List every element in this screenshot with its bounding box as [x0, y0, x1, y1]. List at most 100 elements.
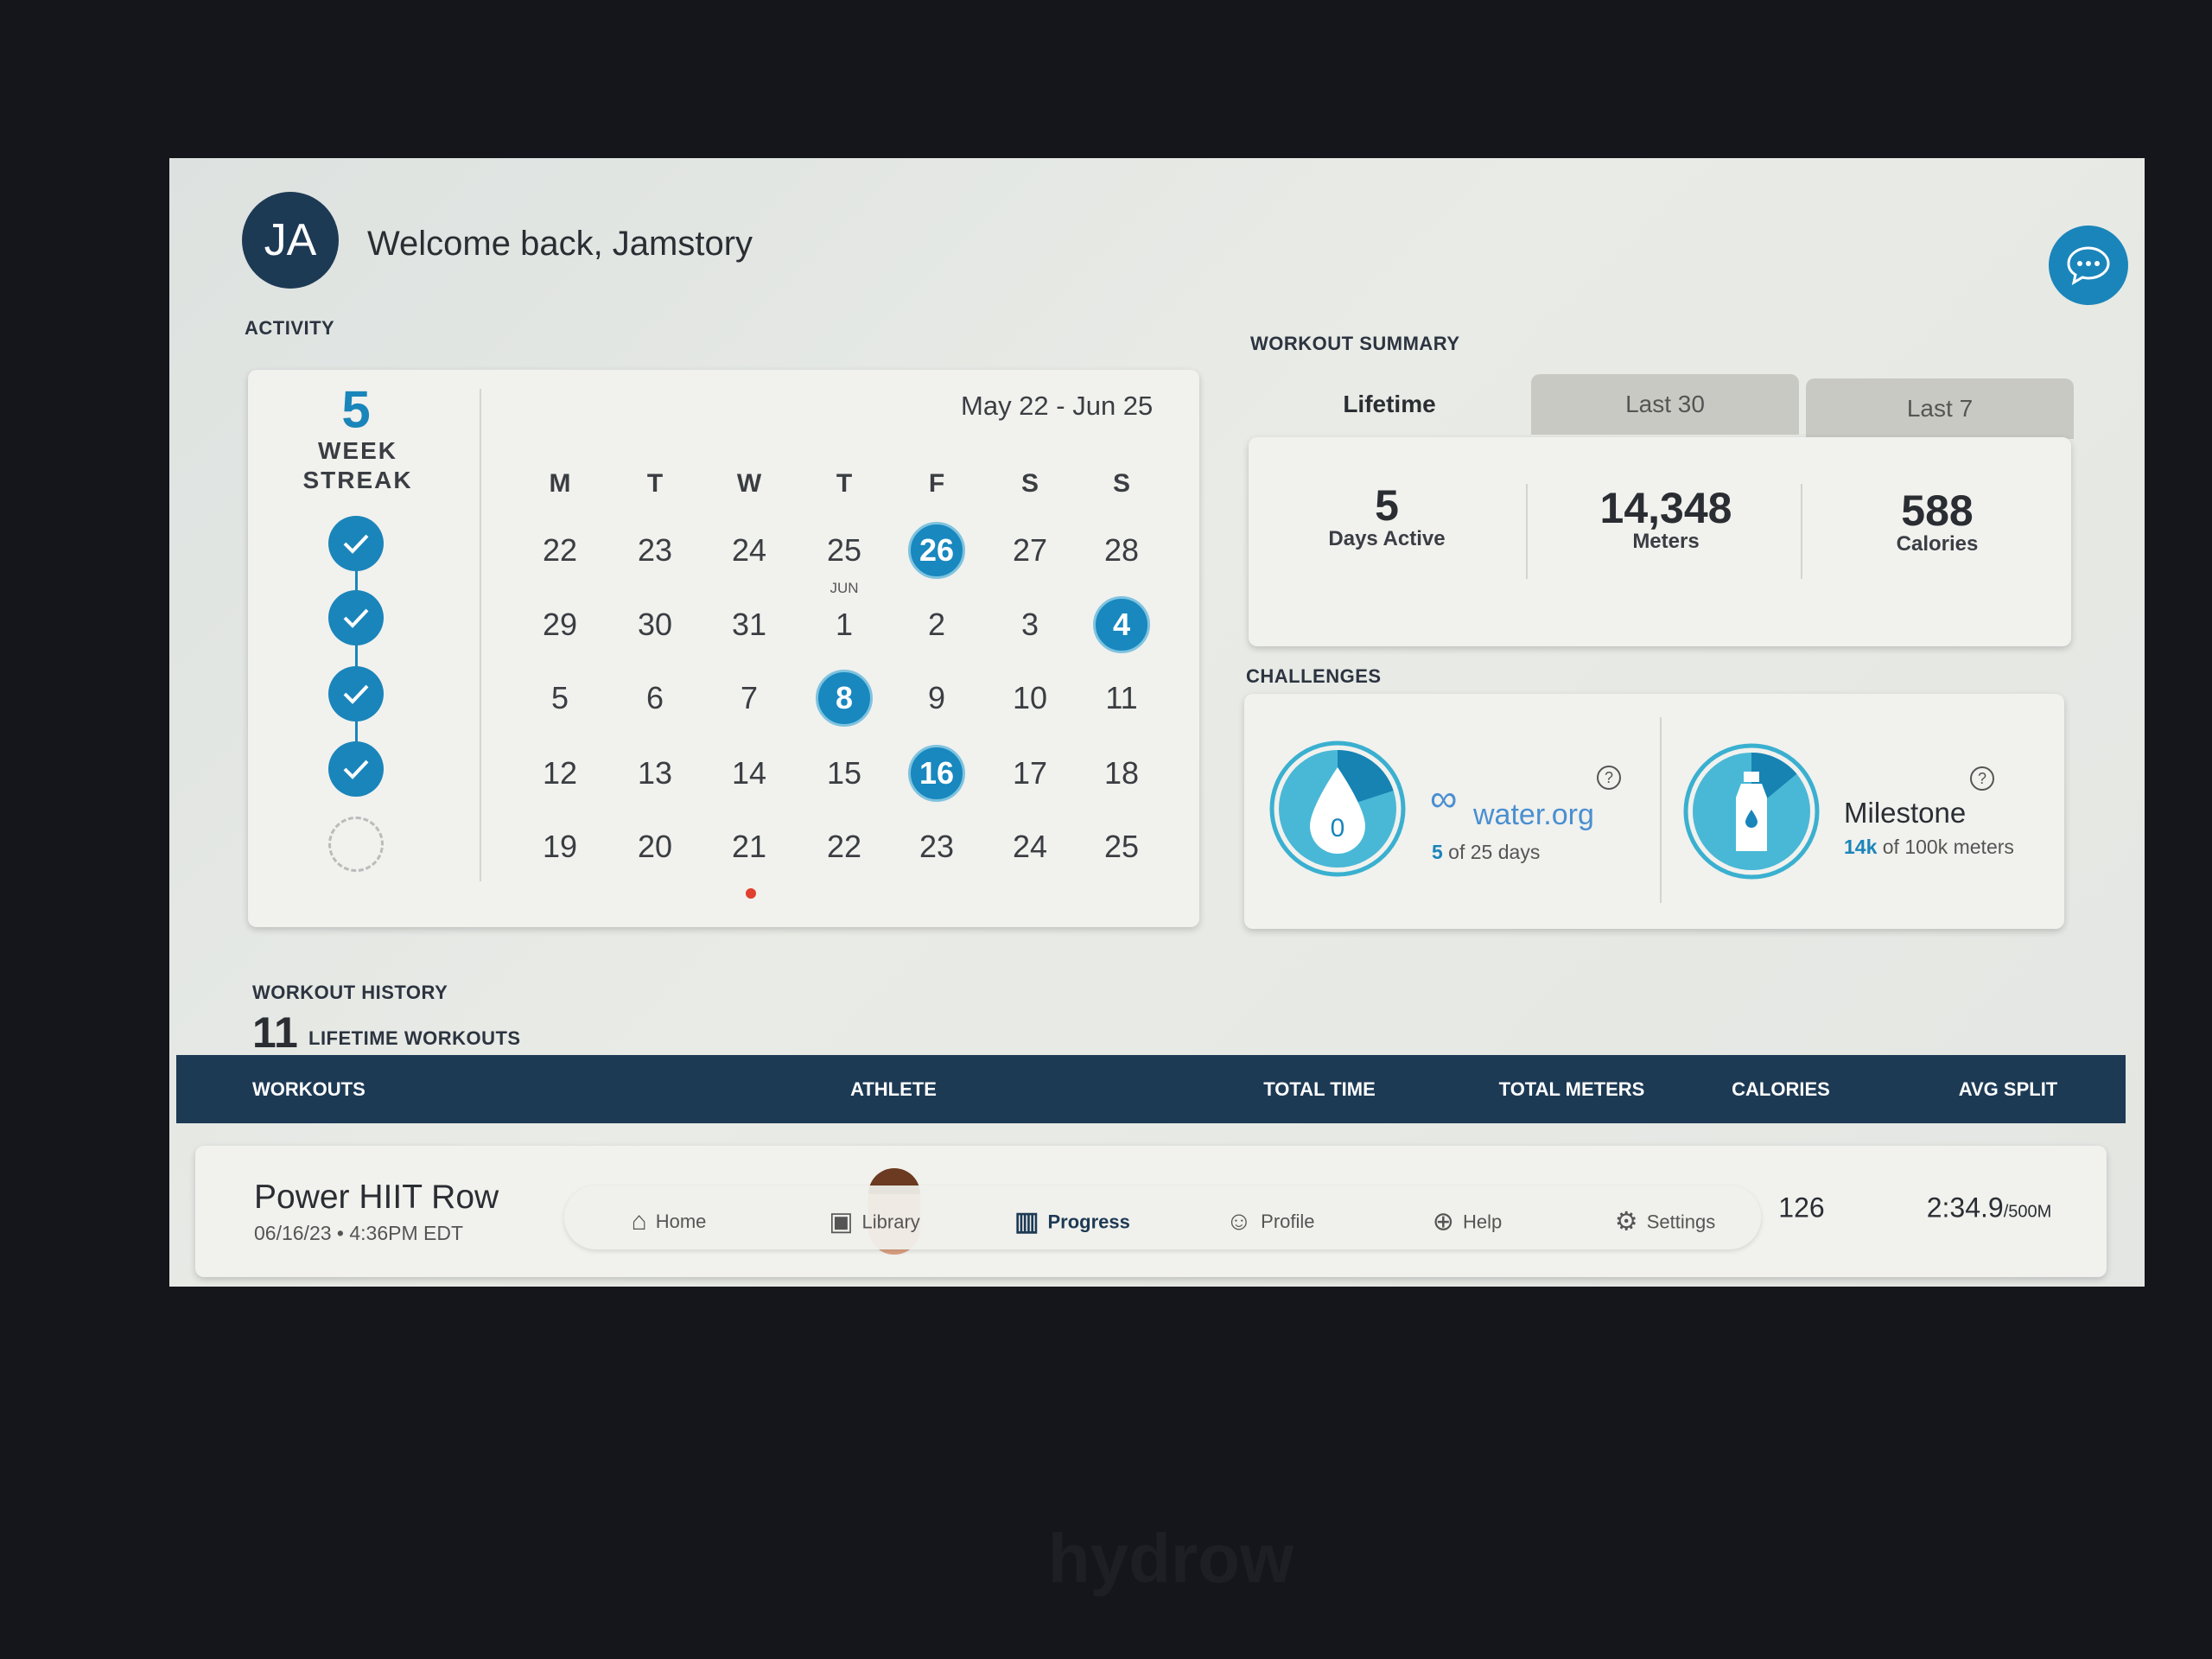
calendar-day-active[interactable]: 8 [816, 670, 873, 727]
calendar-day[interactable]: 21 [732, 829, 766, 865]
water-help-icon[interactable]: ? [1597, 766, 1621, 790]
stat-divider [1526, 484, 1528, 579]
col-calories[interactable]: CALORIES [1732, 1078, 1830, 1101]
progress-icon: ▥ [1014, 1207, 1039, 1236]
col-total-meters[interactable]: TOTAL METERS [1499, 1078, 1645, 1101]
calendar-day[interactable]: 24 [732, 532, 766, 569]
row-avg-split: 2:34.9/500M [1926, 1192, 2052, 1224]
calendar-day[interactable]: 3 [1021, 607, 1039, 643]
calendar-day[interactable]: 14 [732, 755, 766, 791]
calendar-day[interactable]: 5 [551, 680, 569, 716]
weekday-header: F [928, 469, 945, 498]
checkmark-icon [343, 608, 369, 628]
checkmark-icon [343, 534, 369, 554]
milestone-help-icon[interactable]: ? [1970, 766, 1994, 791]
calendar-day[interactable]: 25 [827, 532, 861, 569]
calendar-day[interactable]: 27 [1013, 532, 1047, 569]
nav-progress[interactable]: ▥ Progress [1014, 1207, 1130, 1237]
history-table-header [176, 1055, 2126, 1123]
calendar-day[interactable]: 13 [638, 755, 672, 791]
tab-last-30[interactable]: Last 30 [1531, 374, 1799, 435]
col-total-time[interactable]: TOTAL TIME [1263, 1078, 1376, 1101]
infinity-icon: ∞ [1430, 778, 1458, 820]
streak-count: 5 [341, 380, 371, 439]
water-ring-value: 0 [1331, 814, 1345, 842]
tab-lifetime[interactable]: Lifetime [1251, 374, 1528, 435]
stat-days-active-value: 5 [1375, 481, 1399, 530]
settings-icon: ⚙ [1614, 1207, 1638, 1236]
tab-last-7[interactable]: Last 7 [1806, 378, 2074, 439]
library-icon: ▣ [829, 1207, 854, 1236]
calendar-day[interactable]: 9 [928, 680, 945, 716]
workout-summary-label: WORKOUT SUMMARY [1250, 333, 1460, 354]
milestone-progress-text: 14k of 100k meters [1844, 836, 2014, 858]
col-workouts[interactable]: WORKOUTS [252, 1078, 365, 1101]
calendar-day[interactable]: 6 [646, 680, 664, 716]
calendar-day[interactable]: 31 [732, 607, 766, 643]
nav-profile[interactable]: ☺ Profile [1226, 1207, 1315, 1236]
streak-week-check [328, 666, 384, 721]
lifetime-workouts-count: 11 [252, 1008, 298, 1057]
calendar-day[interactable]: 30 [638, 607, 672, 643]
calendar-day-active[interactable]: 16 [908, 745, 965, 802]
streak-label-week: WEEK [318, 437, 397, 464]
hydrow-logo: hydrow [1047, 1520, 1294, 1597]
weekday-header: W [736, 469, 762, 498]
workout-date: 06/16/23 • 4:36PM EDT [254, 1222, 464, 1244]
calendar-day[interactable]: 2 [928, 607, 945, 643]
calendar-day[interactable]: 23 [638, 532, 672, 569]
calendar-day[interactable]: 24 [1013, 829, 1047, 865]
milestone-progress-ring [1683, 743, 1820, 880]
stat-calories-value: 588 [1901, 486, 1974, 535]
calendar-day[interactable]: 15 [827, 755, 861, 791]
stat-divider [1801, 484, 1802, 579]
avatar[interactable]: JA [242, 192, 339, 289]
calendar-day[interactable]: 22 [827, 829, 861, 865]
streak-week-check [328, 516, 384, 571]
chat-button[interactable] [2049, 226, 2128, 305]
calendar-day[interactable]: 23 [919, 829, 954, 865]
water-org-logo: ∞ water.org [1430, 778, 1594, 831]
calendar-day[interactable]: 1 [836, 607, 853, 643]
workout-history-label: WORKOUT HISTORY [252, 982, 448, 1003]
calendar-day[interactable]: 10 [1013, 680, 1047, 716]
lifetime-workouts-label: LIFETIME WORKOUTS [308, 1027, 521, 1049]
chat-bubble-icon [2067, 246, 2110, 285]
calendar-day[interactable]: 7 [741, 680, 758, 716]
challenge-divider [1660, 717, 1662, 903]
calendar-day[interactable]: 18 [1104, 755, 1139, 791]
calendar-day-active[interactable]: 26 [908, 522, 965, 579]
streak-week-check [328, 590, 384, 645]
nav-library[interactable]: ▣ Library [829, 1207, 920, 1237]
calendar-day[interactable]: 25 [1104, 829, 1139, 865]
calendar-day[interactable]: 29 [543, 607, 577, 643]
stat-days-active-label: Days Active [1328, 527, 1446, 550]
calendar-day[interactable]: 28 [1104, 532, 1139, 569]
calendar-day[interactable]: 19 [543, 829, 577, 865]
weekday-header: S [1020, 469, 1039, 498]
weekday-header: S [1112, 469, 1131, 498]
col-athlete[interactable]: ATHLETE [850, 1078, 937, 1101]
stat-calories-label: Calories [1896, 532, 1979, 556]
streak-divider [480, 389, 481, 881]
calendar-day-active[interactable]: 4 [1093, 596, 1150, 653]
calendar-day[interactable]: 12 [543, 755, 577, 791]
calendar-day[interactable]: 20 [638, 829, 672, 865]
challenges-label: CHALLENGES [1246, 665, 1382, 687]
streak-label-streak: STREAK [302, 467, 413, 493]
nav-home[interactable]: ⌂ Home [632, 1207, 707, 1236]
water-progress-text: 5 of 25 days [1432, 841, 1541, 863]
calendar-day[interactable]: 22 [543, 532, 577, 569]
welcome-title: Welcome back, Jamstory [367, 225, 753, 263]
streak-week-check [328, 741, 384, 797]
row-calories: 126 [1778, 1192, 1825, 1224]
activity-label: ACTIVITY [245, 317, 335, 339]
col-avg-split[interactable]: AVG SPLIT [1959, 1078, 2058, 1101]
calendar-day[interactable]: 11 [1105, 680, 1137, 716]
date-range[interactable]: May 22 - Jun 25 [961, 391, 1153, 422]
nav-help[interactable]: ⊕ Help [1433, 1207, 1502, 1237]
nav-settings[interactable]: ⚙ Settings [1615, 1207, 1715, 1237]
calendar-day[interactable]: 17 [1013, 755, 1047, 791]
water-progress-ring: 0 [1269, 741, 1406, 877]
milestone-title: Milestone [1844, 797, 1967, 829]
